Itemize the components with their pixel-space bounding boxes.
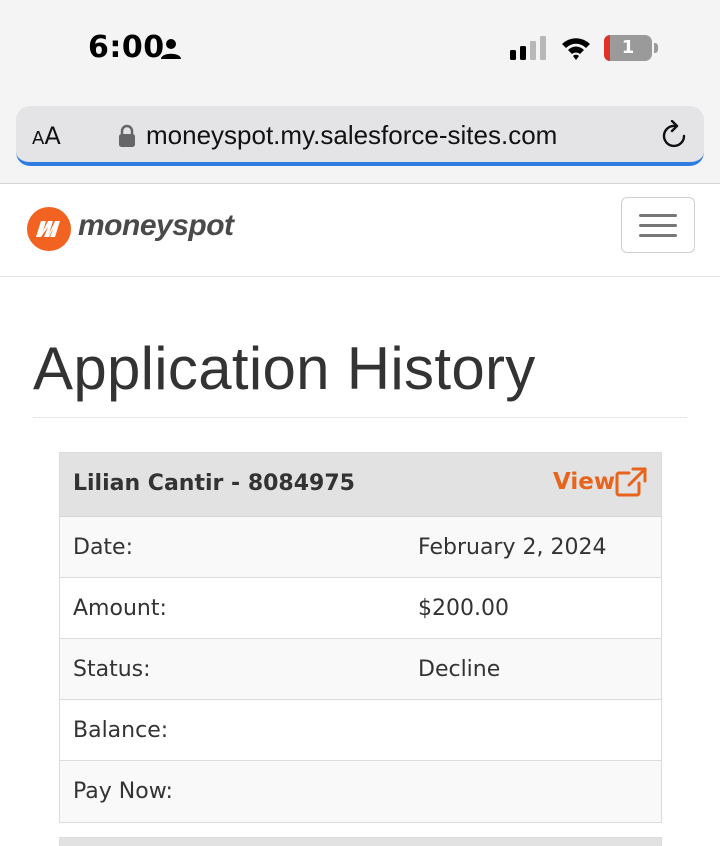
hamburger-menu-icon[interactable] <box>621 197 695 253</box>
date-value: February 2, 2024 <box>418 535 607 560</box>
battery-level: 1 <box>621 37 635 58</box>
table-row: Date: February 2, 2024 <box>60 517 661 578</box>
application-title: Lilian Cantir - 8084975 <box>73 471 355 496</box>
balance-label: Balance: <box>73 718 169 743</box>
text-size-button[interactable]: AA <box>32 122 61 150</box>
view-link[interactable]: View <box>553 469 615 495</box>
title-divider <box>33 417 687 418</box>
status-label: Status: <box>73 657 151 682</box>
site-navbar: moneyspot <box>0 185 720 277</box>
status-time: 6:00 <box>88 30 165 65</box>
application-card: Lilian Cantir - 8084975 View Date: Febru… <box>59 452 662 823</box>
cellular-signal-icon <box>510 36 546 60</box>
page-title: Application History <box>33 335 536 402</box>
table-row: Status: Decline <box>60 639 661 700</box>
application-card-header: Lilian Cantir - 8084975 View <box>60 453 661 517</box>
wifi-icon <box>562 38 590 60</box>
amount-label: Amount: <box>73 596 167 621</box>
table-row: Balance: <box>60 700 661 761</box>
browser-toolbar: AA moneyspot.my.salesforce-sites.com <box>0 100 720 184</box>
battery-icon: 1 <box>604 35 658 61</box>
status-bar: 6:00 1 <box>0 0 720 100</box>
url-text[interactable]: moneyspot.my.salesforce-sites.com <box>146 120 557 151</box>
table-row: Amount: $200.00 <box>60 578 661 639</box>
pay-now-label: Pay Now: <box>73 779 173 804</box>
amount-value: $200.00 <box>418 596 509 621</box>
status-value: Decline <box>418 657 501 682</box>
person-icon <box>161 39 181 59</box>
brand-name[interactable]: moneyspot <box>78 209 234 243</box>
address-bar[interactable]: AA moneyspot.my.salesforce-sites.com <box>16 106 704 166</box>
date-label: Date: <box>73 535 133 560</box>
reload-icon[interactable] <box>660 120 690 150</box>
lock-icon <box>119 124 135 147</box>
external-link-icon[interactable] <box>615 467 647 497</box>
next-application-card <box>59 837 662 846</box>
table-row: Pay Now: <box>60 761 661 822</box>
moneyspot-logo-icon[interactable] <box>27 207 71 251</box>
